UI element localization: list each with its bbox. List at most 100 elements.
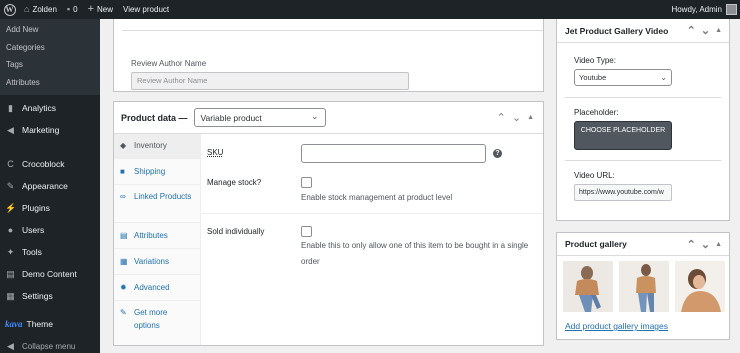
- megaphone-icon: ◀: [7, 124, 14, 135]
- collapse-menu-label: Collapse menu: [22, 341, 76, 351]
- manage-stock-checkbox[interactable]: [301, 177, 312, 188]
- video-type-label: Video Type:: [574, 56, 616, 65]
- sidebar-item-theme[interactable]: kava Theme: [0, 313, 100, 335]
- products-submenu: Add New Categories Tags Attributes: [0, 19, 100, 95]
- chevron-down-icon: ⌄: [660, 73, 667, 82]
- product-gallery-panel: Product gallery ⌃ ⌄ ▲ Add product galler…: [556, 232, 730, 340]
- sidebar-item-label: Settings: [22, 291, 53, 301]
- sidebar-item-crocoblock[interactable]: C Crocoblock: [0, 153, 100, 175]
- sidebar-item-label: Plugins: [22, 203, 50, 213]
- gallery-thumbnails: [563, 261, 725, 312]
- choose-placeholder-button[interactable]: CHOOSE PLACEHOLDER: [574, 121, 672, 150]
- user-icon: ●: [7, 225, 14, 235]
- sidebar-item-plugins[interactable]: ⚡ Plugins: [0, 197, 100, 219]
- view-product-link[interactable]: View product: [118, 0, 174, 19]
- sidebar-item-tools[interactable]: ✦ Tools: [0, 241, 100, 263]
- submenu-item-attributes[interactable]: Attributes: [0, 74, 100, 92]
- divider: [565, 160, 721, 161]
- tab-label: Inventory: [134, 141, 167, 150]
- tab-label: Variations: [134, 257, 169, 266]
- panel-controls: ⌃ ⌄ ▲: [497, 111, 534, 124]
- move-up-icon[interactable]: ⌃: [497, 111, 506, 124]
- help-icon[interactable]: ?: [493, 149, 502, 158]
- submenu-item-tags[interactable]: Tags: [0, 56, 100, 74]
- jet-gallery-video-header: Jet Product Gallery Video ⌃ ⌄ ▲: [557, 19, 729, 43]
- tab-label: Get more options: [134, 308, 168, 330]
- comment-icon: ▪: [66, 4, 71, 14]
- sidebar-item-marketing[interactable]: ◀ Marketing: [0, 119, 100, 141]
- collapse-menu-button[interactable]: ◀ Collapse menu: [0, 335, 100, 353]
- bar-chart-icon: ▮: [8, 102, 13, 113]
- sku-label: SKU: [207, 148, 224, 157]
- divider: [122, 30, 543, 31]
- tab-shipping[interactable]: ■ Shipping: [114, 159, 200, 185]
- product-gallery-header: Product gallery ⌃ ⌄ ▲: [557, 233, 729, 256]
- comments-count: 0: [73, 5, 78, 14]
- collapse-icon: ◀: [7, 340, 14, 351]
- gallery-image[interactable]: [675, 261, 725, 312]
- tab-attributes[interactable]: ▤ Attributes: [114, 223, 200, 249]
- toggle-panel-icon[interactable]: ▲: [527, 114, 534, 121]
- comments-link[interactable]: ▪ 0: [62, 0, 83, 19]
- admin-bar: W ⌂ Zolden ▪ 0 + New View product Howdy,…: [0, 0, 740, 19]
- move-down-icon[interactable]: ⌄: [701, 238, 710, 251]
- manage-stock-label: Manage stock?: [207, 178, 262, 187]
- divider: [201, 213, 543, 214]
- sidebar-item-appearance[interactable]: ✎ Appearance: [0, 175, 100, 197]
- sidebar-item-label: Analytics: [22, 103, 57, 113]
- panel-controls: ⌃ ⌄ ▲: [687, 238, 722, 251]
- product-type-select[interactable]: Variable product ⌄: [193, 108, 326, 127]
- sidebar-item-demo-content[interactable]: ▤ Demo Content: [0, 263, 100, 285]
- sidebar-item-label: Theme: [26, 319, 53, 329]
- link-icon: ∞: [120, 192, 126, 201]
- move-up-icon[interactable]: ⌃: [687, 24, 696, 37]
- review-author-label: Review Author Name: [131, 59, 207, 68]
- crocoblock-icon: C: [7, 159, 14, 169]
- video-type-value: Youtube: [579, 73, 607, 82]
- toggle-panel-icon[interactable]: ▲: [715, 27, 722, 34]
- video-type-select[interactable]: Youtube ⌄: [574, 69, 672, 86]
- tab-get-more-options[interactable]: ✎ Get more options: [114, 301, 200, 339]
- gallery-image[interactable]: [619, 261, 669, 312]
- sidebar-item-label: Appearance: [22, 181, 68, 191]
- new-label: New: [97, 5, 114, 14]
- move-up-icon[interactable]: ⌃: [687, 238, 696, 251]
- video-url-input[interactable]: https://www.youtube.com/w: [574, 184, 672, 201]
- new-content-link[interactable]: + New: [83, 0, 118, 19]
- inventory-fields: SKU ? Manage stock? Enable stock managem…: [201, 134, 543, 345]
- my-account-link[interactable]: Howdy, Admin: [666, 0, 740, 19]
- move-down-icon[interactable]: ⌄: [512, 111, 521, 124]
- tab-variations[interactable]: ▦ Variations: [114, 249, 200, 275]
- gallery-image[interactable]: [563, 261, 613, 312]
- tab-linked-products[interactable]: ∞ Linked Products: [114, 185, 200, 223]
- submenu-item-categories[interactable]: Categories: [0, 39, 100, 57]
- tab-label: Attributes: [134, 231, 168, 240]
- jet-gallery-video-panel: Jet Product Gallery Video ⌃ ⌄ ▲ Video Ty…: [556, 19, 730, 221]
- site-name-link[interactable]: ⌂ Zolden: [19, 0, 62, 19]
- sold-individually-description: Enable this to only allow one of this it…: [301, 241, 529, 266]
- sku-input[interactable]: [301, 144, 486, 163]
- wordpress-logo-icon[interactable]: W: [0, 0, 19, 19]
- move-down-icon[interactable]: ⌄: [701, 24, 710, 37]
- sidebar-item-users[interactable]: ● Users: [0, 219, 100, 241]
- submenu-item-add-new[interactable]: Add New: [0, 21, 100, 39]
- add-gallery-images-link[interactable]: Add product gallery images: [565, 321, 668, 331]
- product-type-value: Variable product: [200, 112, 262, 123]
- toggle-panel-icon[interactable]: ▲: [715, 241, 722, 248]
- gear-icon: ✹: [120, 283, 127, 292]
- sold-individually-checkbox[interactable]: [301, 226, 312, 237]
- video-url-label: Video URL:: [574, 171, 615, 180]
- wrench-icon: ✦: [6, 246, 15, 257]
- review-author-field[interactable]: Review Author Name: [131, 72, 409, 90]
- placeholder-label: Placeholder:: [574, 108, 619, 117]
- tab-label: Advanced: [134, 283, 170, 292]
- plug-icon: ⚡: [5, 202, 17, 213]
- tab-inventory[interactable]: ◆ Inventory: [114, 134, 200, 159]
- review-author-panel: Review Author Name Review Author Name: [113, 19, 544, 92]
- chevron-down-icon: ⌄: [310, 111, 319, 121]
- sidebar-item-analytics[interactable]: ▮ Analytics: [0, 97, 100, 119]
- panel-title: Product gallery: [565, 239, 627, 249]
- tab-advanced[interactable]: ✹ Advanced: [114, 275, 200, 301]
- divider: [565, 97, 721, 98]
- sidebar-item-settings[interactable]: ▦ Settings: [0, 285, 100, 307]
